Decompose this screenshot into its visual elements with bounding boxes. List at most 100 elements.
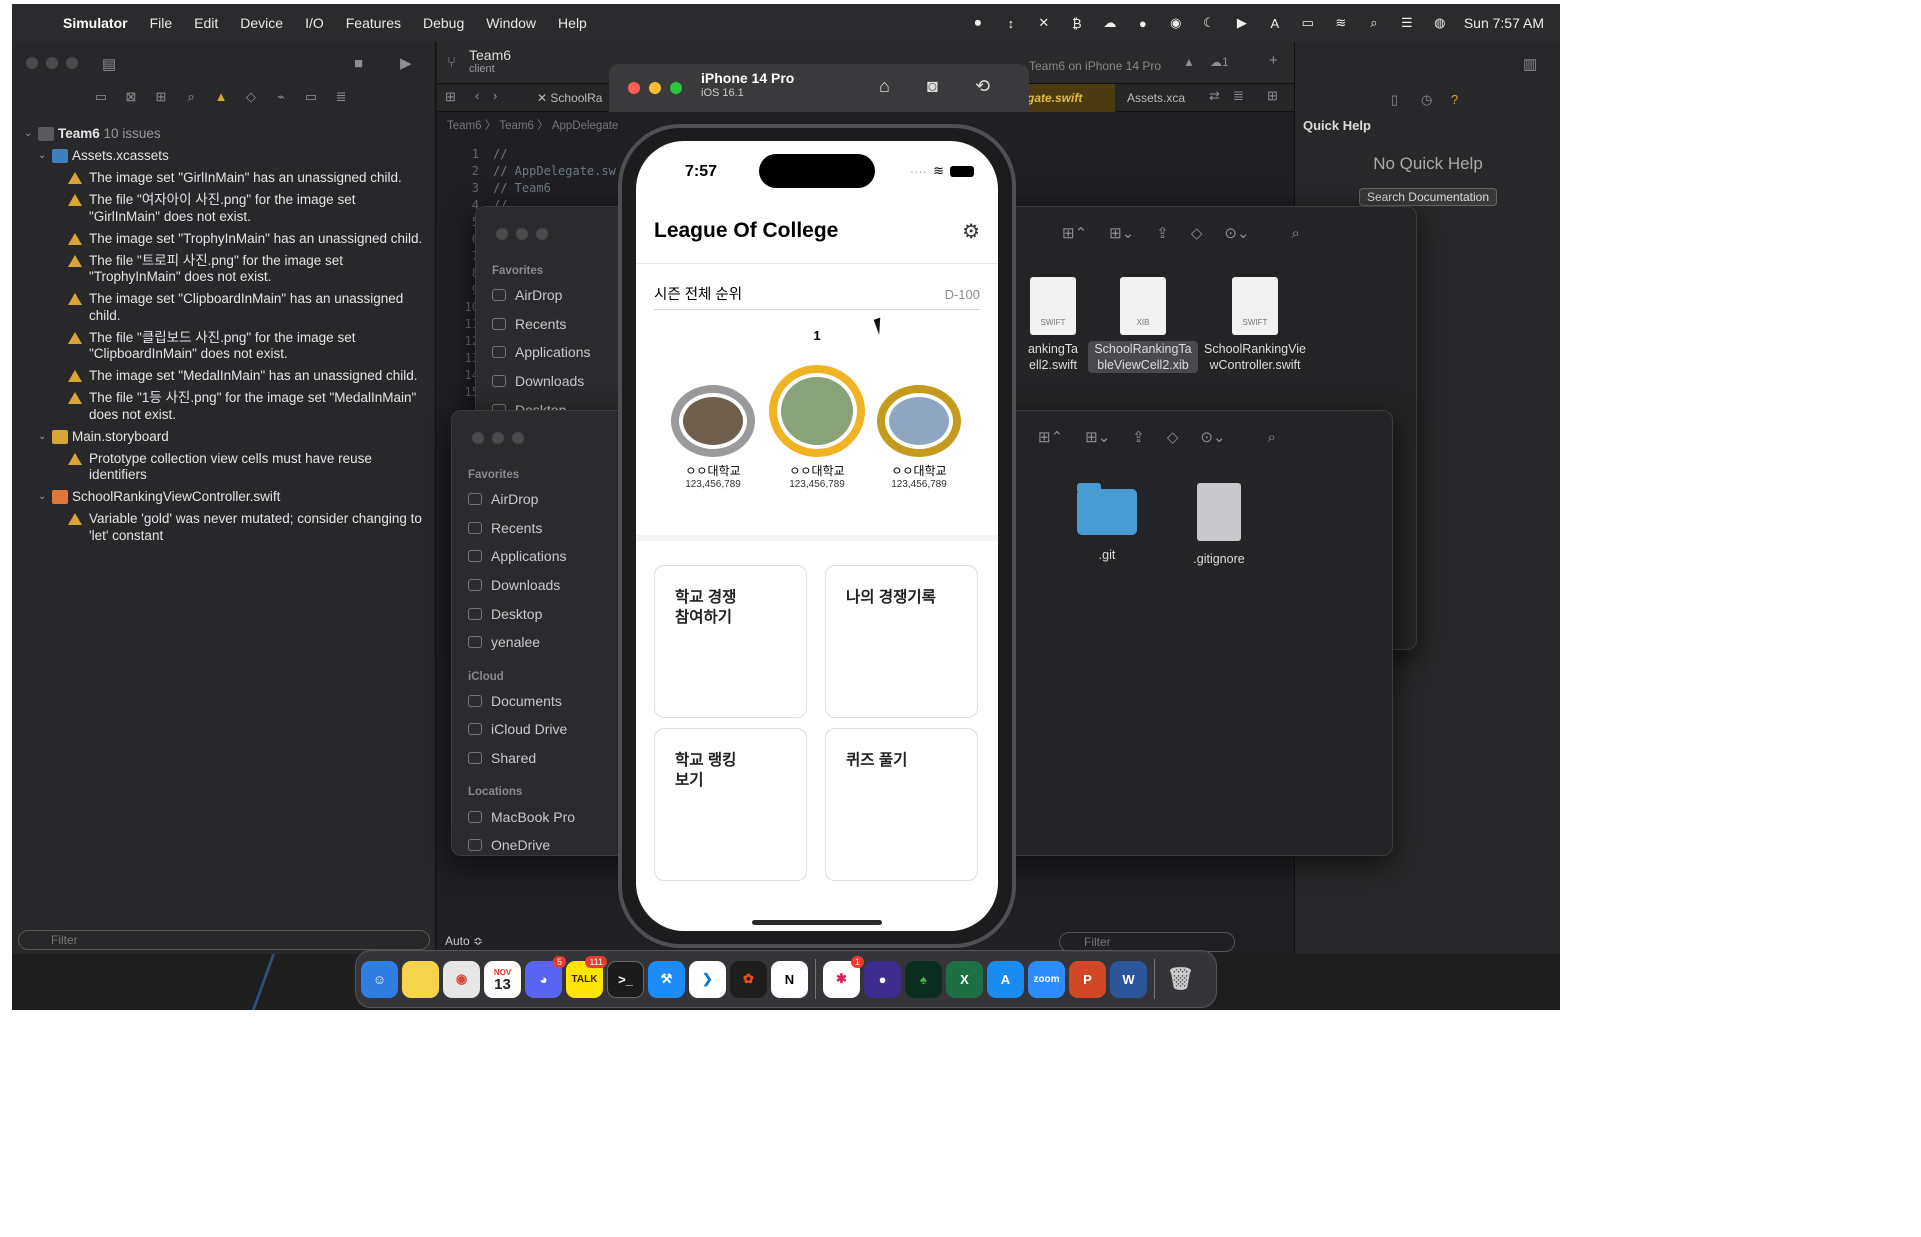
tab-school-ranking[interactable]: ✕ SchoolRa: [537, 91, 602, 105]
view-grid-icon[interactable]: ⊞⌃: [1038, 428, 1063, 446]
spotlight-search-icon[interactable]: ⌕: [1365, 15, 1383, 31]
chevron-down-icon[interactable]: ⌄: [38, 429, 52, 445]
search-icon[interactable]: ⌕: [1268, 429, 1276, 446]
more-icon[interactable]: ⊙⌄: [1224, 224, 1249, 242]
my-competition-record-card[interactable]: 나의 경쟁기록: [825, 565, 978, 718]
scheme-selector[interactable]: Team6 client: [469, 48, 511, 76]
run-icon[interactable]: ▶: [400, 54, 412, 72]
issue-row[interactable]: The file "클립보드 사진.png" for the image set…: [24, 330, 429, 363]
chat-icon[interactable]: ●: [1134, 15, 1152, 31]
issue-row[interactable]: Variable 'gold' was never mutated; consi…: [24, 511, 429, 544]
screen-recorder-icon[interactable]: ●: [864, 960, 901, 998]
menu-window[interactable]: Window: [475, 15, 547, 31]
join-school-competition-card[interactable]: 학교 경쟁 참여하기: [654, 565, 807, 718]
view-grid-icon[interactable]: ⊞⌃: [1062, 224, 1087, 242]
forward-icon[interactable]: ›: [493, 88, 497, 103]
kakaotalk-icon[interactable]: TALK 111: [566, 955, 607, 998]
file-item-selected[interactable]: XIB SchoolRankingTa bleViewCell2.xib: [1088, 277, 1198, 373]
calendar-icon[interactable]: NOV 13: [484, 960, 521, 998]
inspector-toggle-icon[interactable]: ▥: [1523, 55, 1537, 73]
chevron-down-icon[interactable]: ⌄: [24, 126, 38, 142]
menu-app-simulator[interactable]: Simulator: [52, 15, 139, 31]
editor-filter-input[interactable]: Filter: [1059, 932, 1235, 952]
figma-status-icon[interactable]: ₿: [1068, 15, 1086, 31]
minimize-window-button[interactable]: [516, 228, 528, 240]
transfer-icon[interactable]: ↕: [1002, 15, 1020, 31]
podium-first[interactable]: ㅇㅇ대학교 123,456,789: [767, 365, 867, 490]
menu-device[interactable]: Device: [229, 15, 294, 31]
sidebar-item-airdrop[interactable]: AirDrop: [452, 485, 617, 514]
home-icon[interactable]: ⌂: [879, 76, 890, 97]
test-icon[interactable]: ◇: [242, 89, 260, 105]
sidebar-item-onedrive[interactable]: OneDrive: [452, 831, 617, 855]
siri-icon[interactable]: ◍: [1431, 15, 1449, 31]
view-school-ranking-card[interactable]: 학교 랭킹 보기: [654, 728, 807, 881]
wifi-icon[interactable]: ≋: [1332, 15, 1350, 31]
warning-icon[interactable]: ▲: [1183, 55, 1195, 69]
share-icon[interactable]: ⇪: [1132, 428, 1145, 446]
podium-second[interactable]: ㅇㅇ대학교 123,456,789: [663, 385, 763, 490]
more-icon[interactable]: ⊙⌄: [1200, 428, 1225, 446]
control-center-icon[interactable]: ☰: [1398, 15, 1416, 31]
grid-icon[interactable]: ⊞: [445, 89, 456, 105]
issue-navigator-icon[interactable]: ▲: [212, 89, 230, 105]
folder-icon[interactable]: ▭: [92, 89, 110, 105]
terminal-icon[interactable]: >_: [607, 960, 644, 998]
menu-edit[interactable]: Edit: [183, 15, 229, 31]
minimize-window-button[interactable]: [492, 432, 504, 444]
sidebar-item-downloads[interactable]: Downloads: [452, 571, 617, 600]
mongodb-icon[interactable]: ♠: [905, 960, 942, 998]
sidebar-item-downloads[interactable]: Downloads: [476, 367, 641, 396]
project-row[interactable]: ⌄ Team6 10 issues: [24, 126, 429, 143]
group-icon[interactable]: ⊞⌄: [1109, 224, 1134, 242]
sidebar-item-applications[interactable]: Applications: [476, 338, 641, 367]
app-store-icon[interactable]: A: [987, 960, 1024, 998]
quick-help-icon[interactable]: ?: [1451, 92, 1458, 107]
issue-row[interactable]: Prototype collection view cells must hav…: [24, 451, 429, 484]
tab-assets[interactable]: Assets.xca: [1127, 91, 1185, 105]
figma-icon[interactable]: ✿: [730, 960, 767, 998]
menu-help[interactable]: Help: [547, 15, 598, 31]
sidebar-item-desktop[interactable]: Desktop: [452, 599, 617, 628]
close-window-button[interactable]: [628, 82, 640, 94]
symbol-icon[interactable]: ⊞: [152, 89, 170, 105]
history-icon[interactable]: ◷: [1421, 92, 1432, 108]
notification-app-icon[interactable]: ◉: [1167, 15, 1185, 31]
slack-icon[interactable]: ✱ 1: [823, 955, 864, 998]
tag-icon[interactable]: ◇: [1191, 224, 1203, 242]
podium-third[interactable]: ㅇㅇ대학교 123,456,789: [869, 385, 969, 490]
chevron-down-icon[interactable]: ⌄: [38, 148, 52, 164]
stop-recording-icon[interactable]: ⏺: [969, 15, 987, 31]
group-row-storyboard[interactable]: ⌄ Main.storyboard: [24, 429, 429, 446]
breakpoint-icon[interactable]: ▭: [302, 89, 320, 105]
group-row-swift-file[interactable]: ⌄ SchoolRankingViewController.swift: [24, 489, 429, 506]
issue-row[interactable]: The image set "GirlInMain" has an unassi…: [24, 170, 429, 187]
sidebar-item-icloud-drive[interactable]: iCloud Drive: [452, 715, 617, 744]
chevron-down-icon[interactable]: ⌄: [38, 489, 52, 505]
share-icon[interactable]: ⇪: [1156, 224, 1169, 242]
file-item[interactable]: SWIFT SchoolRankingVie wController.swift: [1200, 277, 1310, 373]
input-source-icon[interactable]: A: [1266, 15, 1284, 31]
menu-io[interactable]: I/O: [294, 15, 335, 31]
gear-icon[interactable]: ⚙: [962, 219, 980, 244]
vscode-icon[interactable]: ❯: [689, 960, 726, 998]
play-icon[interactable]: ▶: [1233, 15, 1251, 31]
notion-icon[interactable]: N: [771, 960, 808, 998]
xcode-icon[interactable]: ⚒: [648, 960, 685, 998]
notes-icon[interactable]: [402, 960, 439, 998]
back-icon[interactable]: ‹: [475, 88, 479, 103]
menu-debug[interactable]: Debug: [412, 15, 475, 31]
zoom-window-button[interactable]: [536, 228, 548, 240]
zoom-window-button[interactable]: [66, 57, 78, 69]
report-icon[interactable]: ≣: [332, 89, 350, 105]
refresh-icon[interactable]: ⇄: [1209, 88, 1220, 104]
sidebar-item-recents[interactable]: Recents: [476, 310, 641, 339]
debug-icon[interactable]: ⌁: [272, 89, 290, 105]
editor-options-icon[interactable]: ≣: [1233, 88, 1244, 104]
folder-item[interactable]: .git: [1052, 483, 1162, 563]
menu-file[interactable]: File: [139, 15, 184, 31]
finder-icon[interactable]: ☺: [361, 960, 398, 998]
sidebar-item-macbook[interactable]: MacBook Pro: [452, 802, 617, 831]
cloud-icon[interactable]: ☁1: [1210, 55, 1229, 69]
search-icon[interactable]: ⌕: [1292, 225, 1300, 242]
